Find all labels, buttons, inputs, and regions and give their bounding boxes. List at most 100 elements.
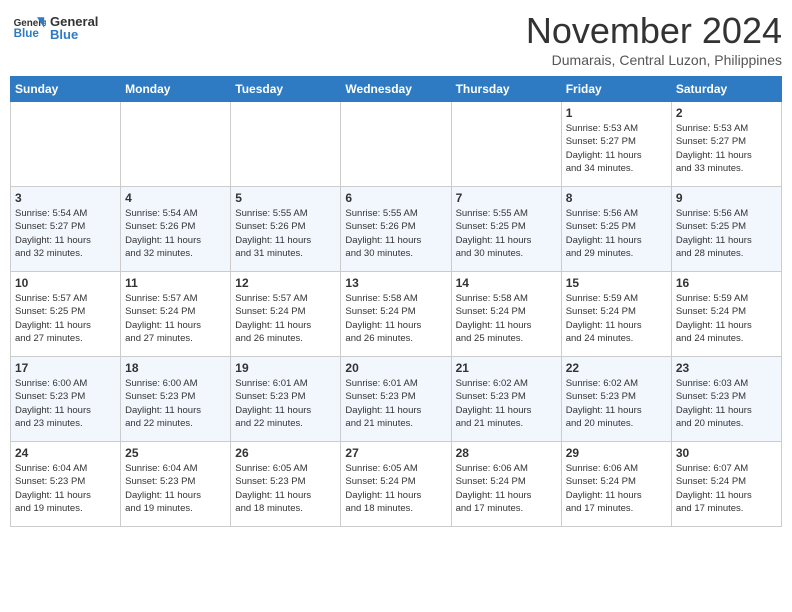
weekday-header-saturday: Saturday <box>671 77 781 102</box>
day-number: 26 <box>235 446 336 460</box>
day-number: 22 <box>566 361 667 375</box>
day-info: Sunrise: 5:56 AM Sunset: 5:25 PM Dayligh… <box>566 207 667 260</box>
calendar-cell: 12 Sunrise: 5:57 AM Sunset: 5:24 PM Dayli… <box>231 272 341 357</box>
svg-text:Blue: Blue <box>14 27 40 40</box>
day-info: Sunrise: 6:07 AM Sunset: 5:24 PM Dayligh… <box>676 462 777 515</box>
calendar-cell: 29 Sunrise: 6:06 AM Sunset: 5:24 PM Dayli… <box>561 442 671 527</box>
calendar-cell: 10 Sunrise: 5:57 AM Sunset: 5:25 PM Dayli… <box>11 272 121 357</box>
day-info: Sunrise: 5:54 AM Sunset: 5:26 PM Dayligh… <box>125 207 226 260</box>
logo: General Blue General Blue <box>10 10 98 46</box>
day-info: Sunrise: 6:00 AM Sunset: 5:23 PM Dayligh… <box>125 377 226 430</box>
day-number: 29 <box>566 446 667 460</box>
day-info: Sunrise: 6:05 AM Sunset: 5:24 PM Dayligh… <box>345 462 446 515</box>
calendar-cell: 18 Sunrise: 6:00 AM Sunset: 5:23 PM Dayli… <box>121 357 231 442</box>
day-number: 3 <box>15 191 116 205</box>
weekday-header-monday: Monday <box>121 77 231 102</box>
calendar-cell: 7Sunrise: 5:55 AM Sunset: 5:25 PM Daylig… <box>451 187 561 272</box>
day-info: Sunrise: 6:00 AM Sunset: 5:23 PM Dayligh… <box>15 377 116 430</box>
day-info: Sunrise: 6:06 AM Sunset: 5:24 PM Dayligh… <box>456 462 557 515</box>
calendar-cell: 26 Sunrise: 6:05 AM Sunset: 5:23 PM Dayli… <box>231 442 341 527</box>
calendar-cell: 30 Sunrise: 6:07 AM Sunset: 5:24 PM Dayli… <box>671 442 781 527</box>
calendar-cell <box>451 102 561 187</box>
logo-blue-text: Blue <box>50 27 98 42</box>
calendar-cell: 14Sunrise: 5:58 AM Sunset: 5:24 PM Dayli… <box>451 272 561 357</box>
day-number: 19 <box>235 361 336 375</box>
day-number: 1 <box>566 106 667 120</box>
day-number: 9 <box>676 191 777 205</box>
day-number: 6 <box>345 191 446 205</box>
day-number: 28 <box>456 446 557 460</box>
day-info: Sunrise: 6:02 AM Sunset: 5:23 PM Dayligh… <box>566 377 667 430</box>
calendar-week-1: 1 Sunrise: 5:53 AM Sunset: 5:27 PM Daylig… <box>11 102 782 187</box>
calendar-cell <box>121 102 231 187</box>
day-number: 21 <box>456 361 557 375</box>
calendar-cell: 16 Sunrise: 5:59 AM Sunset: 5:24 PM Dayli… <box>671 272 781 357</box>
day-info: Sunrise: 6:04 AM Sunset: 5:23 PM Dayligh… <box>125 462 226 515</box>
calendar-cell <box>11 102 121 187</box>
day-info: Sunrise: 5:59 AM Sunset: 5:24 PM Dayligh… <box>566 292 667 345</box>
day-info: Sunrise: 5:53 AM Sunset: 5:27 PM Dayligh… <box>566 122 667 175</box>
title-block: November 2024 Dumarais, Central Luzon, P… <box>526 10 782 68</box>
day-info: Sunrise: 6:04 AM Sunset: 5:23 PM Dayligh… <box>15 462 116 515</box>
calendar-cell: 17 Sunrise: 6:00 AM Sunset: 5:23 PM Dayli… <box>11 357 121 442</box>
day-info: Sunrise: 5:55 AM Sunset: 5:25 PM Dayligh… <box>456 207 557 260</box>
calendar-cell: 4 Sunrise: 5:54 AM Sunset: 5:26 PM Daylig… <box>121 187 231 272</box>
day-info: Sunrise: 5:57 AM Sunset: 5:25 PM Dayligh… <box>15 292 116 345</box>
weekday-header-sunday: Sunday <box>11 77 121 102</box>
day-number: 16 <box>676 276 777 290</box>
day-number: 2 <box>676 106 777 120</box>
calendar-cell: 19 Sunrise: 6:01 AM Sunset: 5:23 PM Dayli… <box>231 357 341 442</box>
calendar-cell: 21Sunrise: 6:02 AM Sunset: 5:23 PM Dayli… <box>451 357 561 442</box>
weekday-header-friday: Friday <box>561 77 671 102</box>
day-number: 15 <box>566 276 667 290</box>
weekday-header-thursday: Thursday <box>451 77 561 102</box>
day-number: 20 <box>345 361 446 375</box>
logo-icon: General Blue <box>10 10 46 46</box>
calendar-cell <box>341 102 451 187</box>
day-info: Sunrise: 5:54 AM Sunset: 5:27 PM Dayligh… <box>15 207 116 260</box>
day-number: 4 <box>125 191 226 205</box>
day-info: Sunrise: 6:05 AM Sunset: 5:23 PM Dayligh… <box>235 462 336 515</box>
calendar-week-2: 3 Sunrise: 5:54 AM Sunset: 5:27 PM Daylig… <box>11 187 782 272</box>
calendar-cell: 11 Sunrise: 5:57 AM Sunset: 5:24 PM Dayli… <box>121 272 231 357</box>
calendar-cell: 25 Sunrise: 6:04 AM Sunset: 5:23 PM Dayli… <box>121 442 231 527</box>
calendar-cell: 8 Sunrise: 5:56 AM Sunset: 5:25 PM Daylig… <box>561 187 671 272</box>
calendar-cell: 23 Sunrise: 6:03 AM Sunset: 5:23 PM Dayli… <box>671 357 781 442</box>
calendar-week-5: 24 Sunrise: 6:04 AM Sunset: 5:23 PM Dayli… <box>11 442 782 527</box>
calendar-header-row: SundayMondayTuesdayWednesdayThursdayFrid… <box>11 77 782 102</box>
calendar-cell: 9 Sunrise: 5:56 AM Sunset: 5:25 PM Daylig… <box>671 187 781 272</box>
day-info: Sunrise: 5:58 AM Sunset: 5:24 PM Dayligh… <box>345 292 446 345</box>
calendar-cell: 2 Sunrise: 5:53 AM Sunset: 5:27 PM Daylig… <box>671 102 781 187</box>
day-number: 17 <box>15 361 116 375</box>
day-info: Sunrise: 5:55 AM Sunset: 5:26 PM Dayligh… <box>345 207 446 260</box>
day-info: Sunrise: 5:59 AM Sunset: 5:24 PM Dayligh… <box>676 292 777 345</box>
day-number: 13 <box>345 276 446 290</box>
calendar-cell: 28 Sunrise: 6:06 AM Sunset: 5:24 PM Dayli… <box>451 442 561 527</box>
day-info: Sunrise: 6:01 AM Sunset: 5:23 PM Dayligh… <box>235 377 336 430</box>
day-info: Sunrise: 5:56 AM Sunset: 5:25 PM Dayligh… <box>676 207 777 260</box>
day-number: 10 <box>15 276 116 290</box>
calendar-table: SundayMondayTuesdayWednesdayThursdayFrid… <box>10 76 782 527</box>
calendar-cell: 27Sunrise: 6:05 AM Sunset: 5:24 PM Dayli… <box>341 442 451 527</box>
day-number: 24 <box>15 446 116 460</box>
day-number: 11 <box>125 276 226 290</box>
month-title: November 2024 <box>526 10 782 52</box>
calendar-cell: 1 Sunrise: 5:53 AM Sunset: 5:27 PM Daylig… <box>561 102 671 187</box>
day-number: 8 <box>566 191 667 205</box>
day-number: 30 <box>676 446 777 460</box>
calendar-week-4: 17 Sunrise: 6:00 AM Sunset: 5:23 PM Dayli… <box>11 357 782 442</box>
day-number: 12 <box>235 276 336 290</box>
day-number: 25 <box>125 446 226 460</box>
day-info: Sunrise: 5:57 AM Sunset: 5:24 PM Dayligh… <box>125 292 226 345</box>
day-number: 18 <box>125 361 226 375</box>
day-number: 23 <box>676 361 777 375</box>
day-number: 5 <box>235 191 336 205</box>
calendar-week-3: 10 Sunrise: 5:57 AM Sunset: 5:25 PM Dayli… <box>11 272 782 357</box>
day-info: Sunrise: 5:53 AM Sunset: 5:27 PM Dayligh… <box>676 122 777 175</box>
day-info: Sunrise: 6:03 AM Sunset: 5:23 PM Dayligh… <box>676 377 777 430</box>
day-info: Sunrise: 6:06 AM Sunset: 5:24 PM Dayligh… <box>566 462 667 515</box>
day-info: Sunrise: 5:58 AM Sunset: 5:24 PM Dayligh… <box>456 292 557 345</box>
day-info: Sunrise: 5:57 AM Sunset: 5:24 PM Dayligh… <box>235 292 336 345</box>
day-info: Sunrise: 6:01 AM Sunset: 5:23 PM Dayligh… <box>345 377 446 430</box>
day-info: Sunrise: 5:55 AM Sunset: 5:26 PM Dayligh… <box>235 207 336 260</box>
